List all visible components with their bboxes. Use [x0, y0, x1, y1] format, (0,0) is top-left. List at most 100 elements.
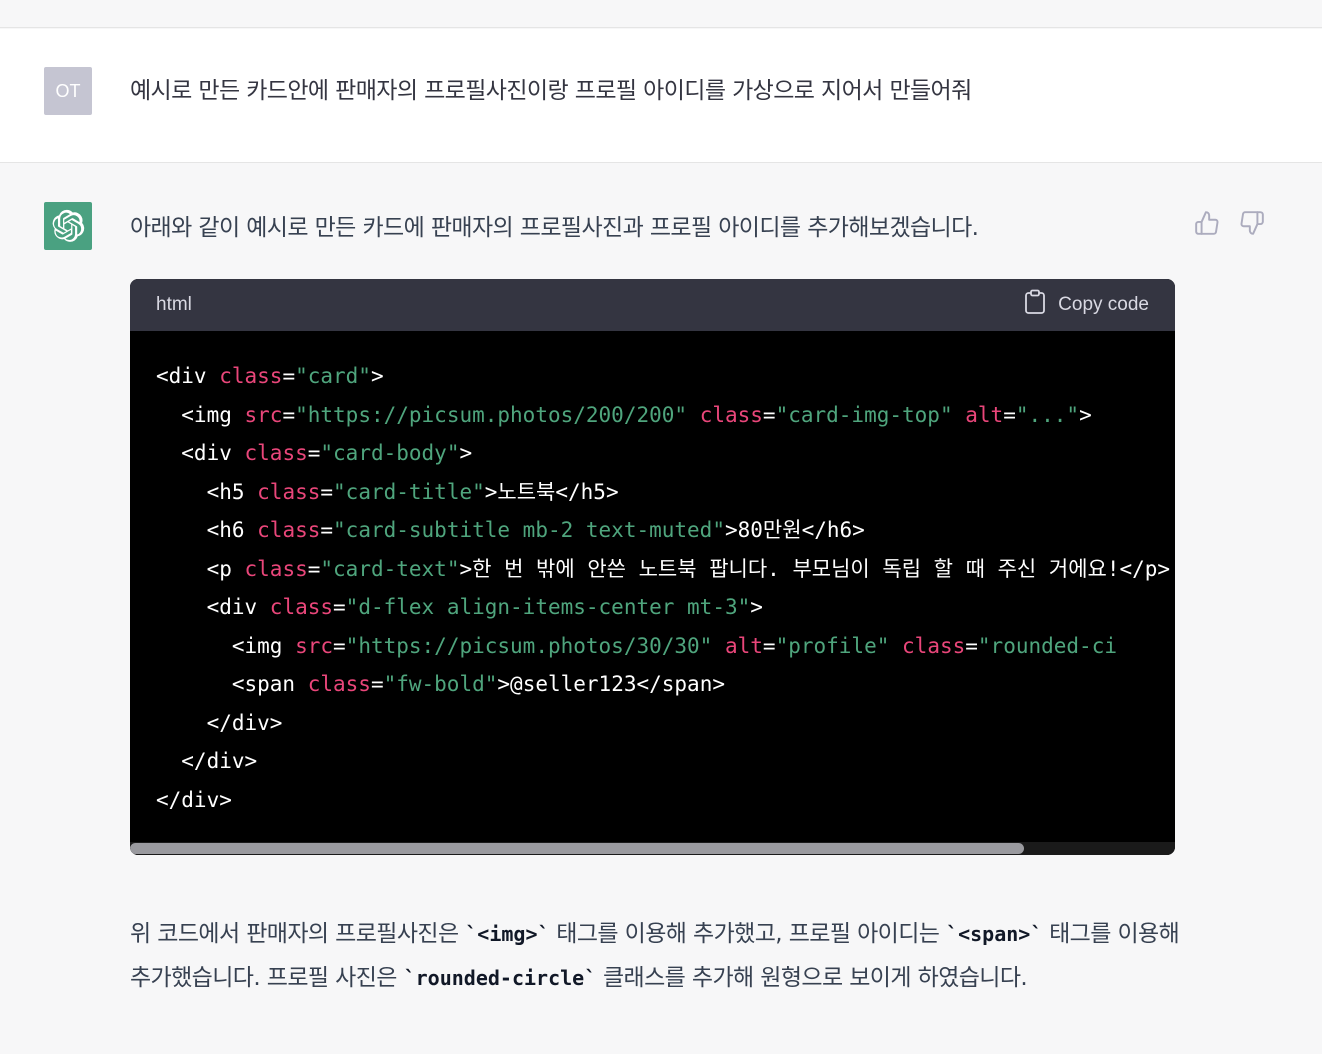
code-line: <span class="fw-bold">@seller123</span>	[156, 665, 1170, 704]
code-line: <div class="card">	[156, 357, 1170, 396]
code-token-tag: =	[307, 556, 321, 581]
code-token-attr: class	[244, 556, 308, 581]
thumbs-down-icon[interactable]	[1237, 208, 1267, 238]
code-token-tag: >	[370, 364, 384, 388]
code-token-tag: >	[459, 441, 473, 465]
code-token-str: "card-title"	[333, 479, 485, 504]
code-token-tag: <div	[156, 595, 270, 619]
code-line: <img src="https://picsum.photos/30/30" a…	[156, 627, 1170, 666]
code-token-tag: <div	[156, 364, 220, 388]
code-token-tag	[687, 403, 700, 427]
code-token-attr: class	[269, 595, 334, 619]
code-token-tag: >	[724, 518, 738, 542]
code-token-tag: =	[1003, 402, 1016, 427]
code-token-tag: <img	[156, 633, 296, 658]
code-token-str: "https://picsum.photos/30/30"	[345, 633, 713, 658]
code-token-attr: class	[699, 402, 763, 427]
top-strip	[0, 0, 1322, 28]
code-line: </div>	[156, 742, 1170, 781]
code-token-tag: <div	[156, 441, 245, 465]
code-token-tag: </h6>	[801, 518, 865, 542]
code-token-tag: </div>	[156, 749, 258, 773]
code-token-tag: >	[750, 595, 763, 619]
code-token-tag: <h6	[156, 518, 258, 542]
code-token-str: "fw-bold"	[383, 672, 498, 696]
code-token-text: 노트북	[497, 479, 556, 504]
code-line: <h6 class="card-subtitle mb-2 text-muted…	[156, 511, 1170, 550]
code-token-tag: =	[333, 633, 346, 658]
code-token-attr: class	[244, 441, 308, 465]
copy-code-label: Copy code	[1058, 294, 1149, 315]
code-token-tag: <img	[156, 402, 245, 427]
assistant-intro-text: 아래와 같이 예시로 만든 카드에 판매자의 프로필사진과 프로필 아이디를 추…	[130, 215, 979, 241]
explanation-text: 위 코드에서 판매자의 프로필사진은	[130, 921, 466, 947]
horizontal-scrollbar[interactable]	[130, 842, 1175, 855]
user-message-text: 예시로 만든 카드안에 판매자의 프로필사진이랑 프로필 아이디를 가상으로 지…	[130, 78, 972, 104]
openai-logo-icon	[44, 202, 92, 250]
code-token-text: 80만원	[737, 518, 802, 542]
code-token-str: "profile"	[775, 633, 890, 658]
assistant-explanation: 위 코드에서 판매자의 프로필사진은 `<img>` 태그를 이용해 추가했고,…	[130, 912, 1180, 1000]
code-token-str: "..."	[1015, 402, 1080, 427]
code-token-tag: =	[282, 364, 296, 388]
code-body: <div class="card"> <img src="https://pic…	[130, 331, 1175, 855]
code-token-tag: =	[333, 595, 346, 619]
code-line: <div class="card-body">	[156, 434, 1170, 473]
code-token-tag: </div>	[156, 787, 232, 812]
code-token-str: "d-flex align-items-center mt-3"	[345, 595, 751, 619]
code-token-tag: >	[1079, 402, 1092, 427]
code-token-tag: =	[370, 672, 384, 696]
code-token-attr: class	[257, 518, 321, 542]
code-token-tag: >	[484, 479, 498, 504]
code-token-attr: alt	[965, 402, 1004, 427]
code-token-tag: </div>	[156, 710, 283, 735]
code-token-str: "rounded-ci	[977, 633, 1117, 658]
code-token-attr: alt	[724, 633, 763, 658]
inline-code: `<img>`	[465, 922, 550, 946]
clipboard-icon	[1024, 289, 1046, 321]
scrollbar-thumb[interactable]	[130, 843, 1024, 854]
code-token-text: @seller123	[510, 672, 637, 696]
code-token-tag	[889, 634, 902, 658]
code-token-tag: =	[320, 518, 334, 542]
code-token-tag: =	[762, 633, 776, 658]
user-avatar: OT	[44, 67, 92, 115]
code-token-text: 한 번 밖에 안쓴 노트북 팝니다. 부모님이 독립 할 때 주신 거에요!	[472, 556, 1120, 581]
code-language-label: html	[156, 294, 192, 315]
code-token-tag: =	[965, 633, 978, 658]
code-line: <h5 class="card-title">노트북</h5>	[156, 473, 1170, 512]
code-token-tag: >	[497, 672, 511, 696]
inline-code: `rounded-circle`	[403, 966, 597, 990]
code-token-tag: </span>	[636, 672, 725, 696]
code-token-attr: class	[902, 633, 966, 658]
code-content: <div class="card"> <img src="https://pic…	[156, 357, 1170, 819]
code-token-tag: </p>	[1119, 556, 1171, 581]
code-token-attr: src	[295, 633, 334, 658]
explanation-text: 태그를 이용해 추가했고, 프로필 아이디는	[549, 921, 947, 947]
code-token-tag: =	[282, 402, 296, 427]
code-token-tag: >	[459, 556, 473, 581]
code-token-attr: src	[244, 402, 283, 427]
code-token-tag: </h5>	[555, 479, 619, 504]
code-block: html Copy code <div class="card"> <img s…	[130, 279, 1175, 855]
inline-code: `<span>`	[946, 922, 1043, 946]
thumbs-up-icon[interactable]	[1192, 208, 1222, 238]
code-token-str: "card"	[295, 364, 371, 388]
code-token-str: "card-text"	[320, 556, 460, 581]
code-token-tag: =	[307, 441, 321, 465]
code-line: <p class="card-text">한 번 밖에 안쓴 노트북 팝니다. …	[156, 550, 1171, 589]
code-line: <img src="https://picsum.photos/200/200"…	[156, 396, 1170, 435]
code-token-tag: =	[762, 402, 776, 427]
code-token-str: "card-img-top"	[775, 402, 953, 427]
code-token-tag: <h5	[156, 479, 258, 504]
code-line: <div class="d-flex align-items-center mt…	[156, 588, 1170, 627]
code-token-attr: class	[257, 479, 321, 504]
code-line: </div>	[156, 704, 1170, 743]
copy-code-button[interactable]: Copy code	[1024, 289, 1149, 321]
code-token-tag: =	[320, 479, 334, 504]
code-token-str: "card-subtitle mb-2 text-muted"	[333, 518, 725, 542]
code-token-tag	[712, 634, 725, 658]
code-block-header: html Copy code	[130, 279, 1175, 331]
code-token-attr: class	[219, 364, 283, 388]
code-token-tag	[953, 403, 966, 427]
